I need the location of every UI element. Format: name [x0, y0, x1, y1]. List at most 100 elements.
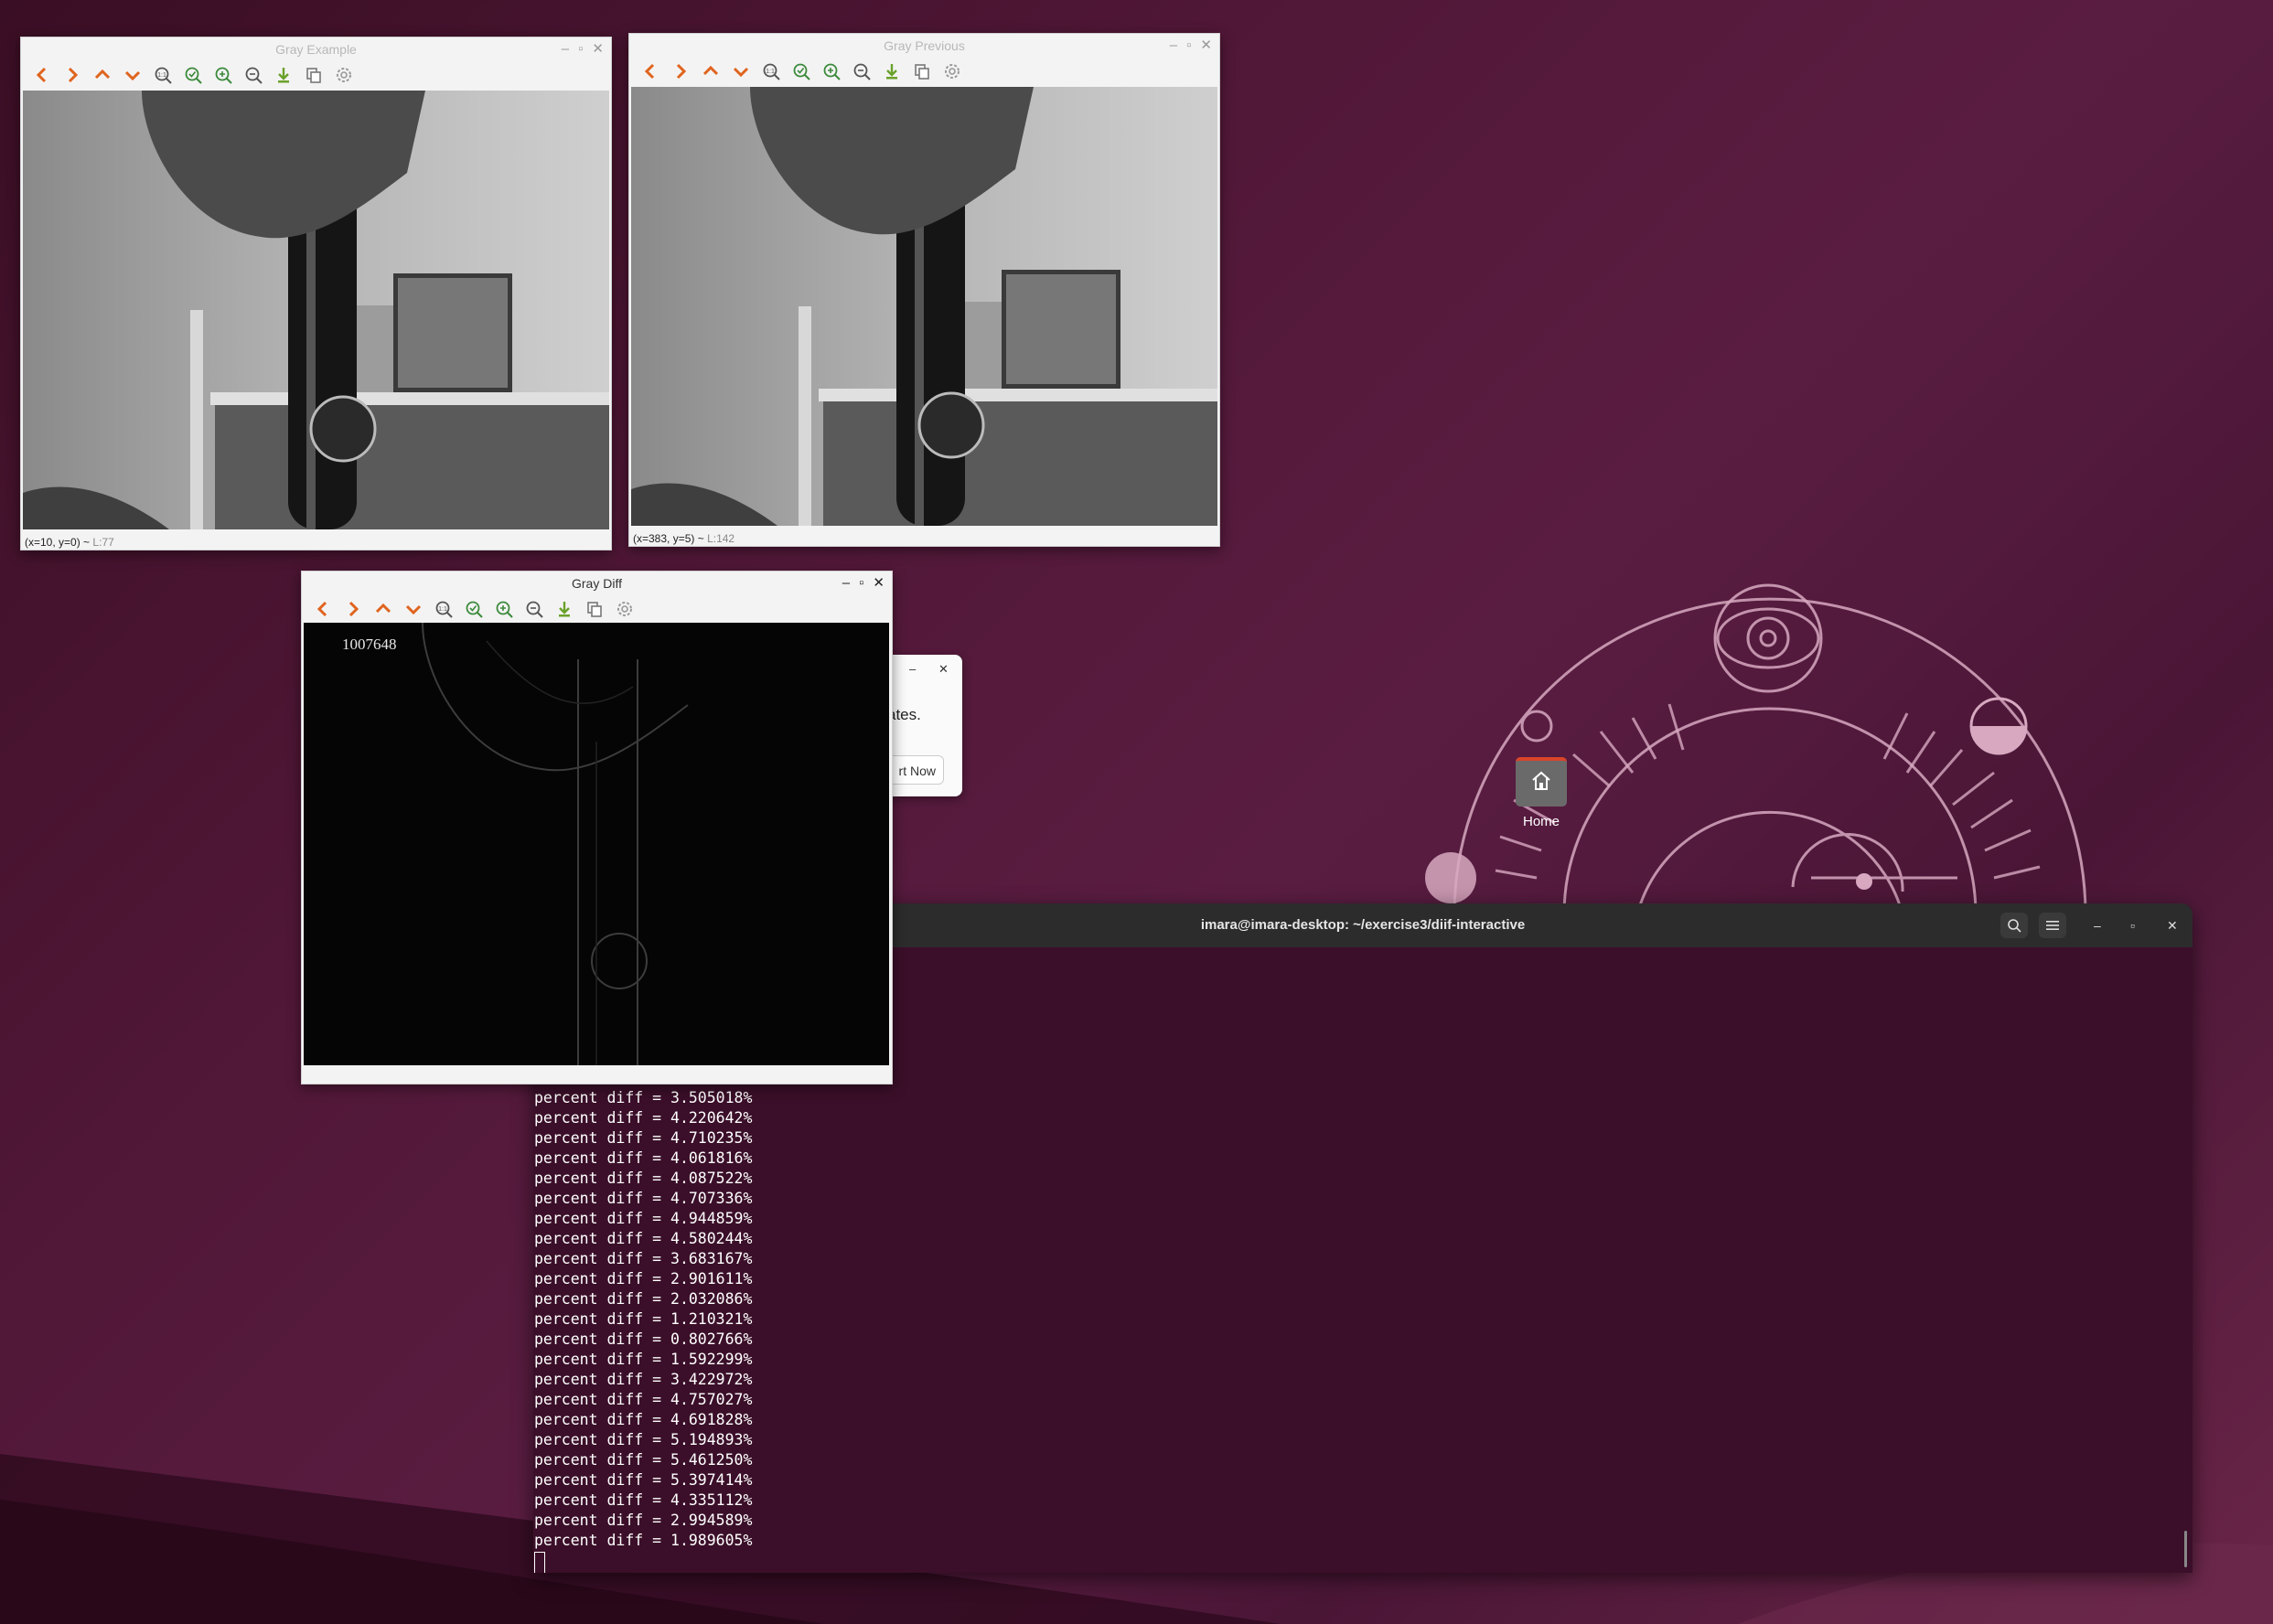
- settings-button[interactable]: [334, 65, 354, 85]
- arrow-right-button[interactable]: [343, 599, 363, 619]
- zoom-in-icon: [215, 67, 232, 84]
- arrow-left-button[interactable]: [313, 599, 333, 619]
- arrow-down-button[interactable]: [403, 599, 424, 619]
- arrow-down-icon: [405, 604, 422, 615]
- zoom-out-button[interactable]: [852, 61, 872, 81]
- terminal-line: percent diff = 4.220642%: [534, 1109, 753, 1127]
- arrow-up-button[interactable]: [92, 65, 113, 85]
- image-toolbar: 1:1: [302, 595, 892, 623]
- minimize-button[interactable]: –: [909, 662, 916, 676]
- save-icon: [559, 602, 570, 617]
- terminal-search-button[interactable]: [2000, 913, 2028, 938]
- zoom-fit-button[interactable]: [464, 599, 484, 619]
- terminal-menu-button[interactable]: [2039, 913, 2066, 938]
- zoom-out-button[interactable]: [243, 65, 263, 85]
- close-button[interactable]: ✕: [1200, 34, 1212, 58]
- copy-button[interactable]: [584, 599, 605, 619]
- terminal-line: percent diff = 3.683167%: [534, 1250, 753, 1267]
- window-title: Gray Diff: [572, 576, 622, 591]
- maximize-button[interactable]: ▫: [2130, 903, 2135, 947]
- zoom-original-button[interactable]: 1:1: [434, 599, 454, 619]
- zoom-original-icon: 1:1: [435, 601, 453, 618]
- terminal-line: percent diff = 4.335112%: [534, 1491, 753, 1509]
- svg-text:1:1: 1:1: [157, 72, 166, 79]
- copy-icon: [587, 602, 602, 617]
- terminal-line: percent diff = 3.505018%: [534, 1089, 753, 1106]
- hamburger-menu-icon: [2046, 921, 2059, 930]
- copy-button[interactable]: [912, 61, 932, 81]
- diff-image[interactable]: 1007648: [304, 623, 889, 1065]
- window-title: Gray Previous: [884, 38, 965, 53]
- arrow-left-button[interactable]: [32, 65, 52, 85]
- status-coordinates: (x=10, y=0) ~: [25, 536, 91, 549]
- terminal-cursor: [534, 1552, 545, 1573]
- close-button[interactable]: ✕: [2167, 903, 2178, 947]
- zoom-original-button[interactable]: 1:1: [153, 65, 173, 85]
- minimize-button[interactable]: –: [2094, 903, 2101, 947]
- arrow-up-button[interactable]: [701, 61, 721, 81]
- zoom-fit-button[interactable]: [183, 65, 203, 85]
- home-desktop-icon[interactable]: Home: [1505, 757, 1578, 829]
- terminal-line: percent diff = 3.422972%: [534, 1371, 753, 1388]
- zoom-original-button[interactable]: 1:1: [761, 61, 781, 81]
- settings-button[interactable]: [942, 61, 962, 81]
- difference-photo: [422, 623, 689, 1065]
- save-button[interactable]: [273, 65, 294, 85]
- home-label: Home: [1522, 814, 1560, 829]
- close-button[interactable]: ✕: [873, 572, 885, 595]
- status-value: L:142: [707, 532, 735, 545]
- arrow-down-button[interactable]: [731, 61, 751, 81]
- settings-button[interactable]: [615, 599, 635, 619]
- save-button[interactable]: [882, 61, 902, 81]
- close-button[interactable]: ✕: [938, 662, 949, 677]
- zoom-in-button[interactable]: [213, 65, 233, 85]
- home-folder-icon: [1516, 757, 1567, 807]
- grayscale-photo: [631, 87, 1217, 526]
- minimize-button[interactable]: –: [562, 37, 569, 61]
- camera-image[interactable]: [23, 91, 609, 529]
- arrow-down-button[interactable]: [123, 65, 143, 85]
- zoom-fit-button[interactable]: [791, 61, 811, 81]
- status-bar: (x=10, y=0) ~ L:77: [25, 536, 114, 549]
- settings-icon: [945, 64, 960, 79]
- terminal-line: percent diff = 2.901611%: [534, 1270, 753, 1287]
- arrow-right-icon: [348, 601, 359, 617]
- arrow-up-icon: [702, 65, 719, 76]
- copy-icon: [915, 64, 929, 80]
- gray-example-window[interactable]: Gray Example – ▫ ✕ 1:1 (x=10, y=0) ~ L:77: [20, 37, 612, 550]
- arrow-up-icon: [375, 603, 391, 614]
- zoom-in-icon: [496, 601, 513, 618]
- zoom-fit-icon: [185, 67, 202, 84]
- settings-icon: [617, 602, 632, 616]
- terminal-line: percent diff = 5.397414%: [534, 1471, 753, 1489]
- zoom-out-button[interactable]: [524, 599, 544, 619]
- arrow-left-icon: [644, 63, 655, 80]
- maximize-button[interactable]: ▫: [1186, 34, 1191, 58]
- copy-icon: [306, 68, 321, 83]
- minimize-button[interactable]: –: [842, 572, 850, 595]
- maximize-button[interactable]: ▫: [859, 572, 863, 595]
- zoom-in-icon: [823, 63, 841, 80]
- terminal-line: percent diff = 1.989605%: [534, 1532, 753, 1549]
- arrow-right-button[interactable]: [62, 65, 82, 85]
- terminal-scrollbar[interactable]: [2184, 1531, 2187, 1567]
- close-button[interactable]: ✕: [592, 37, 604, 61]
- camera-image[interactable]: [631, 87, 1217, 526]
- zoom-in-button[interactable]: [821, 61, 842, 81]
- minimize-button[interactable]: –: [1170, 34, 1177, 58]
- maximize-button[interactable]: ▫: [578, 37, 583, 61]
- terminal-line: percent diff = 2.994589%: [534, 1512, 753, 1529]
- arrow-left-button[interactable]: [640, 61, 660, 81]
- save-button[interactable]: [554, 599, 574, 619]
- gray-diff-window[interactable]: Gray Diff – ▫ ✕ 1:1 1007648: [301, 571, 893, 1084]
- gray-previous-window[interactable]: Gray Previous – ▫ ✕ 1:1 (x=383, y=5) ~ L:1…: [628, 33, 1220, 547]
- arrow-right-button[interactable]: [670, 61, 691, 81]
- window-titlebar: Gray Example – ▫ ✕: [21, 37, 611, 61]
- zoom-out-icon: [245, 67, 263, 84]
- zoom-fit-icon: [466, 601, 483, 618]
- arrow-left-icon: [316, 601, 327, 617]
- window-titlebar: Gray Previous – ▫ ✕: [629, 34, 1219, 58]
- copy-button[interactable]: [304, 65, 324, 85]
- arrow-up-button[interactable]: [373, 599, 393, 619]
- zoom-in-button[interactable]: [494, 599, 514, 619]
